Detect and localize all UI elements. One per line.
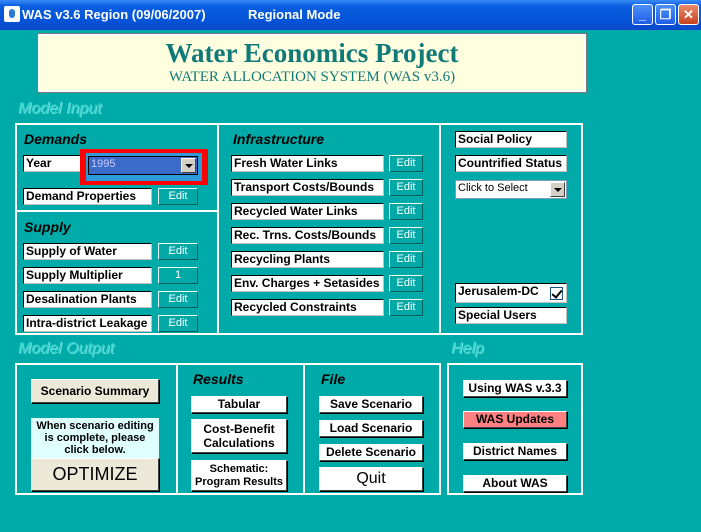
- using-was-button[interactable]: Using WAS v.3.3: [463, 380, 567, 397]
- header-banner: Water Economics Project WATER ALLOCATION…: [38, 34, 586, 92]
- window-title: WAS v3.6 Region (09/06/2007): [22, 7, 206, 22]
- load-scenario-button[interactable]: Load Scenario: [319, 420, 423, 437]
- chevron-down-icon[interactable]: [181, 158, 196, 173]
- intra-district-leakage-edit-button[interactable]: Edit: [158, 315, 198, 332]
- recycled-water-links-edit-button[interactable]: Edit: [389, 203, 423, 220]
- mode-label: Regional Mode: [248, 7, 341, 22]
- cost-benefit-button[interactable]: Cost-Benefit Calculations: [191, 419, 287, 453]
- title-bar: WAS v3.6 Region (09/06/2007) Regional Mo…: [0, 0, 701, 30]
- recycling-plants-label: Recycling Plants: [231, 251, 384, 268]
- rec-trns-costs-edit-button[interactable]: Edit: [389, 227, 423, 244]
- supply-multiplier-value[interactable]: 1: [158, 267, 198, 284]
- app-icon: [4, 6, 20, 22]
- demand-properties-label: Demand Properties: [23, 188, 152, 205]
- fresh-water-links-label: Fresh Water Links: [231, 155, 384, 172]
- recycled-water-links-label: Recycled Water Links: [231, 203, 384, 220]
- optimize-button[interactable]: OPTIMIZE: [31, 458, 159, 491]
- recycled-constraints-edit-button[interactable]: Edit: [389, 299, 423, 316]
- jerusalem-text: Jerusalem-DC: [458, 284, 539, 298]
- env-charges-edit-button[interactable]: Edit: [389, 275, 423, 292]
- divider: [217, 123, 219, 335]
- recycling-plants-edit-button[interactable]: Edit: [389, 251, 423, 268]
- demands-title: Demands: [24, 131, 88, 147]
- countrified-status-label: Countrified Status: [455, 155, 567, 172]
- jerusalem-checkbox[interactable]: [550, 287, 563, 300]
- env-charges-label: Env. Charges + Setasides: [231, 275, 384, 292]
- delete-scenario-button[interactable]: Delete Scenario: [319, 444, 423, 461]
- supply-title: Supply: [24, 219, 71, 235]
- maximize-button[interactable]: ❐: [655, 4, 676, 25]
- desalination-plants-label: Desalination Plants: [23, 291, 152, 308]
- year-select[interactable]: 1995: [88, 156, 198, 175]
- optimize-note: When scenario editing is complete, pleas…: [31, 418, 159, 458]
- app-title: Water Economics Project: [165, 38, 459, 68]
- recycled-constraints-label: Recycled Constraints: [231, 299, 384, 316]
- minimize-button[interactable]: _: [632, 4, 653, 25]
- infrastructure-title: Infrastructure: [233, 131, 325, 147]
- special-users-label: Special Users: [455, 307, 567, 324]
- quit-button[interactable]: Quit: [319, 467, 423, 491]
- fresh-water-links-edit-button[interactable]: Edit: [389, 155, 423, 172]
- demand-properties-edit-button[interactable]: Edit: [158, 188, 198, 205]
- social-policy-label: Social Policy: [455, 131, 567, 148]
- supply-multiplier-label: Supply Multiplier: [23, 267, 152, 284]
- supply-of-water-edit-button[interactable]: Edit: [158, 243, 198, 260]
- divider: [439, 123, 441, 335]
- was-updates-button[interactable]: WAS Updates: [463, 411, 567, 428]
- year-value: 1995: [91, 158, 116, 170]
- save-scenario-button[interactable]: Save Scenario: [319, 396, 423, 413]
- chevron-down-icon[interactable]: [550, 182, 565, 197]
- district-names-button[interactable]: District Names: [463, 443, 567, 460]
- model-output-label: Model Output: [18, 340, 115, 357]
- about-was-button[interactable]: About WAS: [463, 475, 567, 492]
- tabular-button[interactable]: Tabular: [191, 396, 287, 413]
- year-label: Year: [23, 155, 81, 172]
- file-title: File: [321, 371, 346, 387]
- close-button[interactable]: ✕: [678, 4, 699, 25]
- scenario-summary-button[interactable]: Scenario Summary: [31, 379, 159, 403]
- divider: [15, 210, 219, 212]
- divider: [303, 363, 305, 495]
- supply-of-water-label: Supply of Water: [23, 243, 152, 260]
- model-input-label: Model Input: [18, 100, 102, 117]
- countrified-status-select[interactable]: Click to Select: [455, 180, 567, 199]
- countrified-status-value: Click to Select: [458, 182, 528, 194]
- schematic-button[interactable]: Schematic: Program Results: [191, 460, 287, 491]
- intra-district-leakage-label: Intra-district Leakage: [23, 315, 152, 332]
- app-subtitle: WATER ALLOCATION SYSTEM (WAS v3.6): [168, 69, 456, 85]
- rec-trns-costs-label: Rec. Trns. Costs/Bounds: [231, 227, 384, 244]
- results-title: Results: [193, 371, 244, 387]
- desalination-plants-edit-button[interactable]: Edit: [158, 291, 198, 308]
- help-label: Help: [451, 340, 484, 357]
- transport-costs-edit-button[interactable]: Edit: [389, 179, 423, 196]
- divider: [176, 363, 178, 495]
- transport-costs-label: Transport Costs/Bounds: [231, 179, 384, 196]
